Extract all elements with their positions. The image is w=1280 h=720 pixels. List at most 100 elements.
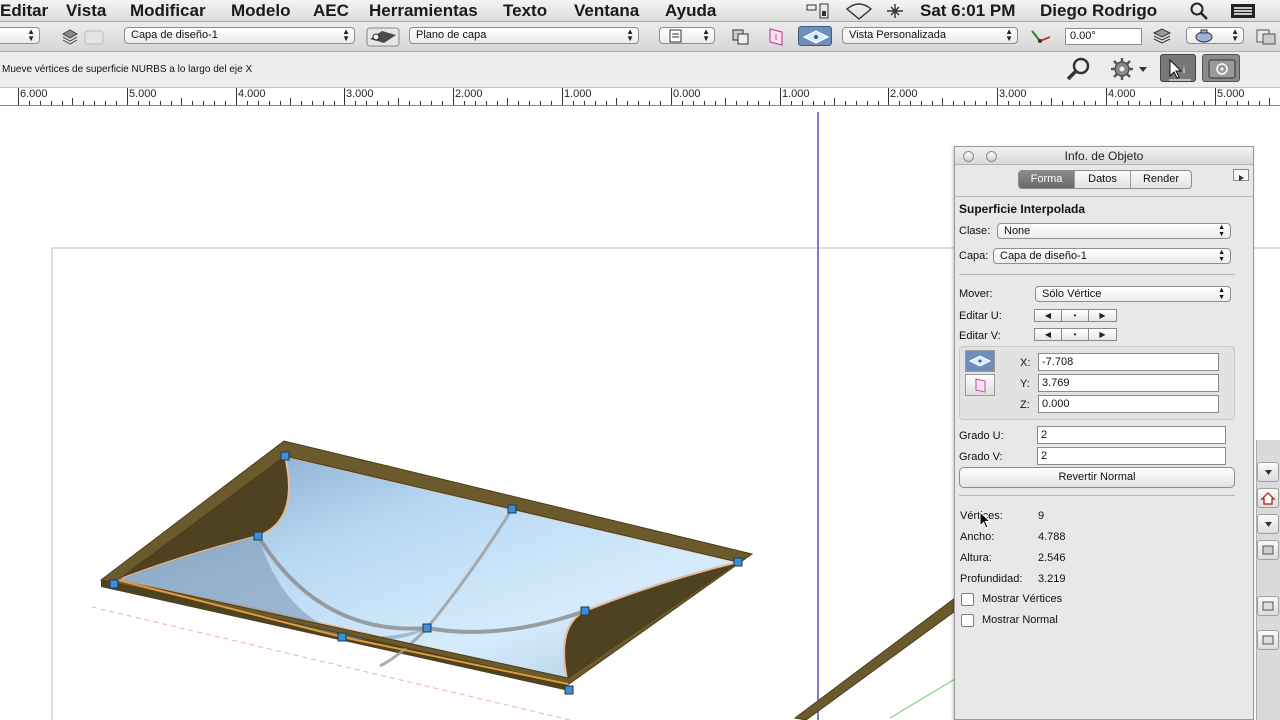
home-button[interactable] [1257,488,1279,508]
center-u-button[interactable]: • [1062,310,1089,321]
ruler-minor-tick [1160,98,1161,105]
layer-plane-button[interactable] [798,26,832,46]
clase-label: Clase: [959,225,991,237]
plane-popup-label: Plano de capa [416,29,487,41]
horizontal-ruler[interactable]: 6.000 5.000 4.000 3.000 2.000 1.000 0.000 1.000… [0,88,1280,106]
menu-modificar[interactable]: Modificar [130,1,206,21]
palette-titlebar[interactable]: Info. de Objeto [955,147,1253,165]
editar-v-stepper[interactable]: ◀ • ▶ [1034,328,1117,341]
search-icon[interactable] [1189,2,1209,20]
menu-ayuda[interactable]: Ayuda [665,1,716,21]
vertex-handle[interactable] [109,579,119,589]
ruler-major-tick [671,88,672,105]
close-icon[interactable] [963,151,974,162]
clock[interactable]: Sat 6:01 PM [920,1,1015,21]
move-mode-button[interactable] [1202,54,1240,82]
menu-aec[interactable]: AEC [313,1,349,21]
vertex-handle[interactable] [337,632,347,642]
vertex-handle[interactable] [507,504,517,514]
projection-icon[interactable] [1254,27,1280,47]
palette-collapse-button[interactable] [1257,462,1279,482]
vertex-handle[interactable] [733,557,743,567]
layer-plane-icon [968,355,992,367]
grado-u-value: 2 [1041,429,1048,441]
layer-popup-label: Capa de diseño-1 [131,29,218,41]
show-normal-checkbox[interactable] [961,614,974,627]
layer-options-icon[interactable] [1150,27,1176,47]
menu-herramientas[interactable]: Herramientas [369,1,478,21]
prev-u-button[interactable]: ◀ [1035,310,1062,321]
palette-tabs: Forma Datos Render [1018,170,1192,189]
editar-u-stepper[interactable]: ◀ • ▶ [1034,309,1117,322]
revert-normal-button[interactable]: Revertir Normal [959,467,1235,488]
menu-texto[interactable]: Texto [503,1,547,21]
zoom-window-icon[interactable] [986,151,997,162]
layer-plane-mode-button[interactable] [965,350,995,372]
ruler-label: 2.000 [455,88,483,100]
bluetooth-icon[interactable] [885,2,905,20]
vertex-handle[interactable] [253,531,263,541]
rotate-plan-icon[interactable] [1028,27,1054,47]
triangle-down-icon [1265,470,1272,475]
list-icon[interactable] [1230,2,1256,20]
ruler-minor-tick [704,101,705,105]
altura-label: Altura: [960,552,992,564]
ruler-minor-tick [1269,98,1270,105]
standard-views-popup[interactable]: ▲ ▼ [659,27,715,44]
screen-plane-icon[interactable] [766,26,788,48]
tool-button[interactable] [1257,596,1279,616]
tab-datos[interactable]: Datos [1075,171,1131,188]
tool-button[interactable] [1257,630,1279,650]
render-popup[interactable]: ▲ ▼ [1186,27,1244,44]
grado-u-field[interactable]: 2 [1037,426,1226,444]
layers-icon[interactable] [61,28,105,46]
zoom-icon[interactable] [1064,55,1096,83]
prev-v-button[interactable]: ◀ [1035,329,1062,340]
mover-popup[interactable]: Sólo Vértice ▲ ▼ [1035,286,1231,302]
gear-icon[interactable] [1108,55,1150,83]
battery-icon[interactable] [806,2,832,20]
ruler-minor-tick [1019,101,1020,105]
layer-popup[interactable]: Capa de diseño-1 ▲ ▼ [124,27,355,44]
tab-forma[interactable]: Forma [1019,171,1075,188]
render-mode-icon[interactable] [730,27,752,47]
working-plane-icon[interactable] [366,27,400,47]
clase-popup[interactable]: None ▲ ▼ [997,223,1231,239]
vertex-handle[interactable] [280,451,290,461]
editar-u-label: Editar U: [959,310,1002,322]
ruler-minor-tick [1062,101,1063,105]
tab-render[interactable]: Render [1131,171,1191,188]
rotation-field[interactable]: 0.00° [1065,28,1142,45]
menu-vista[interactable]: Vista [66,1,106,21]
palette-menu-button[interactable] [1233,169,1249,181]
x-field[interactable]: -7.708 [1038,353,1219,371]
revert-normal-label: Revertir Normal [1058,471,1136,483]
show-vertices-checkbox[interactable] [961,593,974,606]
ruler-minor-tick [573,101,574,105]
menu-ventana[interactable]: Ventana [574,1,639,21]
wifi-icon[interactable] [845,2,873,20]
screen-plane-mode-button[interactable] [965,374,995,396]
user-name[interactable]: Diego Rodrigo [1040,1,1157,21]
select-mode-button[interactable]: i [1160,54,1196,82]
view-popup[interactable]: Vista Personalizada ▲ ▼ [842,27,1018,44]
grado-v-field[interactable]: 2 [1037,447,1226,465]
vertex-handle[interactable] [422,623,432,633]
next-u-button[interactable]: ▶ [1089,310,1116,321]
y-field[interactable]: 3.769 [1038,374,1219,392]
vertex-handle[interactable] [564,685,574,695]
next-v-button[interactable]: ▶ [1089,329,1116,340]
tool-button[interactable] [1257,540,1279,560]
divider [955,196,1253,197]
vertex-handle[interactable] [580,606,590,616]
z-field[interactable]: 0.000 [1038,395,1219,413]
ruler-minor-tick [29,101,30,105]
class-popup[interactable]: ▲ ▼ [0,27,40,44]
menu-modelo[interactable]: Modelo [231,1,291,21]
plane-popup[interactable]: Plano de capa ▲ ▼ [409,27,639,44]
palette-collapse-button[interactable] [1257,514,1279,534]
center-v-button[interactable]: • [1062,329,1089,340]
capa-popup[interactable]: Capa de diseño-1 ▲ ▼ [993,248,1231,264]
popup-arrows-icon: ▲ ▼ [1218,224,1225,238]
menu-editar[interactable]: Editar [0,1,48,21]
